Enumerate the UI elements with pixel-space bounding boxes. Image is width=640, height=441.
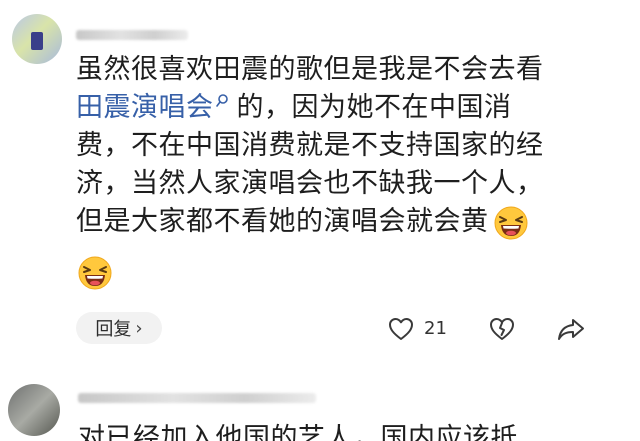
avatar[interactable] bbox=[12, 14, 62, 64]
comment-actions: 回复 › 21 bbox=[76, 312, 606, 346]
comment-line: 济，当然人家演唱会也不缺我一个人， bbox=[76, 168, 544, 199]
search-keyword-link[interactable]: 田震演唱会 bbox=[76, 92, 214, 123]
comment-line-text: 的，因为她不在中国消 bbox=[236, 92, 512, 123]
heart-icon[interactable] bbox=[387, 315, 415, 343]
laughing-emoji-icon bbox=[78, 256, 112, 290]
comment-line-text: 但是大家都不看她的演唱会就会黄 bbox=[76, 206, 489, 237]
reply-label: 回复 bbox=[95, 319, 132, 340]
search-icon[interactable] bbox=[215, 93, 229, 113]
comment-line: 田震演唱会 的，因为她不在中国消 bbox=[76, 89, 606, 127]
share-icon[interactable] bbox=[556, 315, 586, 343]
reply-button[interactable]: 回复 › bbox=[76, 312, 162, 344]
comment-line: 费，不在中国消费就是不支持国家的经 bbox=[76, 130, 544, 161]
username-blurred[interactable] bbox=[78, 393, 316, 403]
comment-text: 虽然很喜欢田震的歌但是我是不会去看 田震演唱会 的，因为她不在中国消 费，不在中国… bbox=[76, 51, 606, 241]
like-count: 21 bbox=[424, 318, 447, 339]
laughing-emoji-icon bbox=[494, 206, 527, 239]
comment-line: 但是大家都不看她的演唱会就会黄 bbox=[76, 203, 606, 241]
avatar[interactable] bbox=[8, 384, 60, 436]
comment-line: 虽然很喜欢田震的歌但是我是不会去看 bbox=[76, 54, 544, 85]
broken-heart-icon[interactable] bbox=[488, 315, 516, 343]
chevron-right-icon: › bbox=[135, 317, 143, 339]
comment-text: 对已经加入他国的艺人，国内应该抵 bbox=[78, 423, 518, 441]
username-blurred[interactable] bbox=[76, 30, 188, 40]
comment-feed: 虽然很喜欢田震的歌但是我是不会去看 田震演唱会 的，因为她不在中国消 费，不在中国… bbox=[0, 0, 640, 441]
